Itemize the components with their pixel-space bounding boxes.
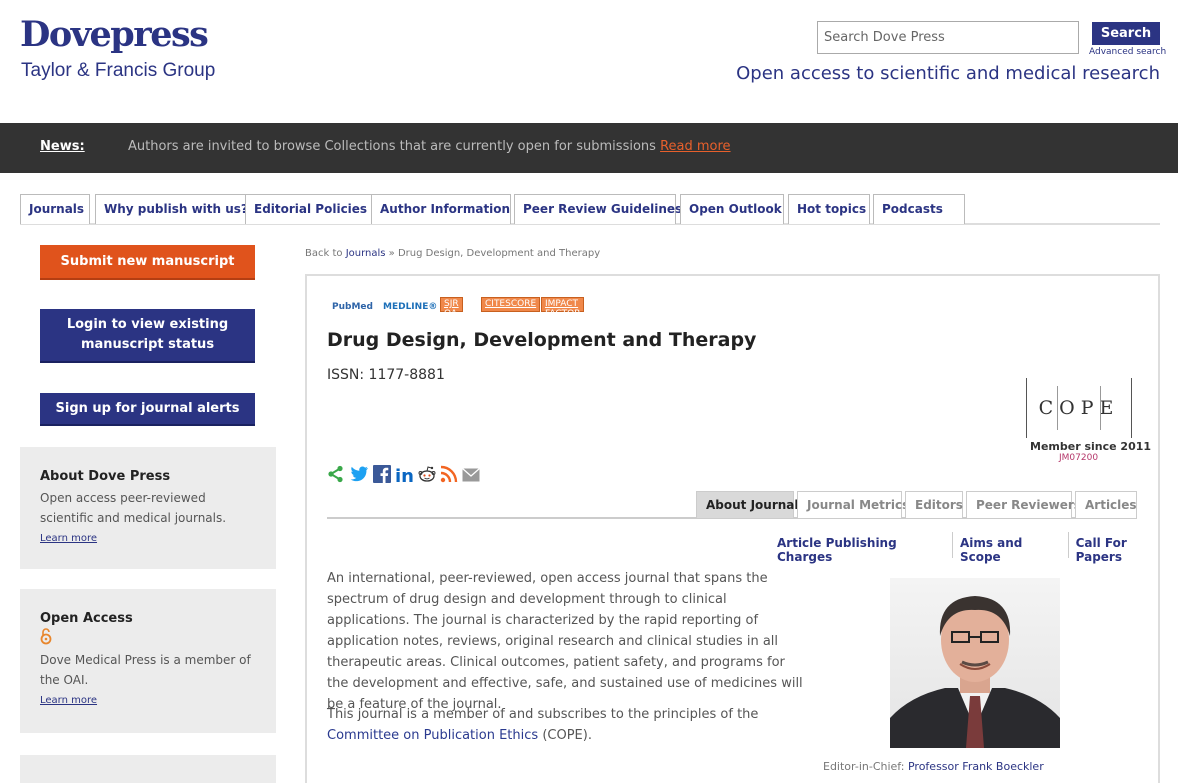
journal-alerts-button[interactable]: Sign up for journal alerts — [40, 393, 255, 426]
journal-membership: This journal is a member of and subscrib… — [327, 704, 807, 746]
impact-factor-badge[interactable]: IMPACT FACTOR — [541, 297, 585, 319]
article-publishing-charges-link[interactable]: Article Publishing Charges — [770, 532, 953, 564]
logo-dovepress[interactable]: Dovepress — [20, 14, 209, 55]
journal-description: An international, peer-reviewed, open ac… — [327, 571, 803, 712]
news-bar: News: Authors are invited to browse Coll… — [0, 123, 1178, 173]
share-bar: in — [327, 464, 480, 488]
login-button-label: Login to view existing manuscript status — [66, 317, 229, 352]
open-access-lock-icon — [40, 627, 256, 648]
open-access-text: Dove Medical Press is a member of the OA… — [40, 653, 251, 687]
tab-about-journal[interactable]: About Journal — [696, 491, 799, 518]
membership-prefix: This journal is a member of and subscrib… — [327, 707, 759, 722]
call-for-papers-link[interactable]: Call For Papers — [1069, 532, 1178, 564]
journal-sublinks: Article Publishing Charges Aims and Scop… — [770, 532, 1178, 564]
editor-photo — [890, 578, 1060, 748]
cope-member-since: Member since 2011 — [1030, 440, 1152, 453]
breadcrumb-journals-link[interactable]: Journals — [346, 248, 386, 259]
search-input[interactable] — [817, 21, 1079, 54]
open-access-title: Open Access — [40, 611, 133, 626]
tab-articles[interactable]: Articles — [1075, 491, 1137, 518]
twitter-icon[interactable] — [349, 465, 369, 488]
nav-tab-why-publish[interactable]: Why publish with us? — [95, 194, 260, 224]
tab-journal-metrics[interactable]: Journal Metrics — [797, 491, 909, 518]
reddit-icon[interactable] — [418, 465, 436, 488]
site-header: Dovepress Taylor & Francis Group Search … — [0, 0, 1178, 123]
about-learn-more-link[interactable]: Learn more — [40, 533, 256, 544]
submit-manuscript-button[interactable]: Submit new manuscript — [40, 245, 255, 280]
editor-label: Editor-in-Chief: — [823, 760, 908, 773]
membership-suffix: (COPE). — [538, 728, 592, 743]
breadcrumb: Back to Journals » Drug Design, Developm… — [305, 248, 600, 259]
rss-icon[interactable] — [440, 465, 458, 488]
login-manuscript-status-button[interactable]: Login to view existing manuscript status — [40, 309, 255, 363]
journal-tabs: About Journal Journal Metrics Editors Pe… — [327, 491, 1137, 519]
news-text: Authors are invited to browse Collection… — [128, 139, 731, 154]
about-title: About Dove Press — [40, 469, 171, 484]
advanced-search-link[interactable]: Advanced search — [1089, 47, 1166, 57]
open-access-learn-more-link[interactable]: Learn more — [40, 695, 256, 706]
citescore-badge[interactable]: CITESCORE — [481, 297, 541, 312]
share-icon[interactable] — [327, 465, 345, 488]
open-access-box: Open Access Dove Medical Press is a memb… — [20, 589, 276, 733]
tagline: Open access to scientific and medical re… — [736, 63, 1160, 84]
cope-logo[interactable]: COPE — [1026, 378, 1132, 438]
email-icon[interactable] — [462, 466, 480, 487]
nav-tab-journals[interactable]: Journals — [20, 194, 90, 224]
breadcrumb-current: » Drug Design, Development and Therapy — [385, 248, 601, 259]
search-button[interactable]: Search — [1092, 22, 1160, 45]
sidebar-box-partial — [20, 755, 276, 783]
tab-editors[interactable]: Editors — [905, 491, 963, 518]
nav-tab-open-outlook[interactable]: Open Outlook — [680, 194, 784, 224]
linkedin-icon[interactable]: in — [395, 466, 414, 487]
cope-link[interactable]: Committee on Publication Ethics — [327, 728, 538, 743]
breadcrumb-prefix: Back to — [305, 248, 346, 259]
news-label: News: — [40, 139, 85, 154]
medline-badge[interactable]: MEDLINE® — [383, 302, 437, 312]
nav-tab-editorial-policies[interactable]: Editorial Policies — [245, 194, 390, 224]
logo-publisher[interactable]: Taylor & Francis Group — [21, 60, 215, 82]
news-read-more-link[interactable]: Read more — [660, 139, 730, 154]
nav-tab-hot-topics[interactable]: Hot topics — [788, 194, 870, 224]
sjr-oa-badge[interactable]: SJR OA — [440, 297, 463, 319]
about-dove-press-box: About Dove Press Open access peer-review… — [20, 447, 276, 569]
about-text: Open access peer-reviewed scientific and… — [40, 491, 227, 525]
editor-in-chief: Editor-in-Chief: Professor Frank Boeckle… — [823, 760, 1044, 773]
nav-tab-podcasts[interactable]: Podcasts — [873, 194, 965, 224]
cope-member-id: JM07200 — [1059, 453, 1099, 463]
editor-name-link[interactable]: Professor Frank Boeckler — [908, 760, 1044, 773]
journal-title: Drug Design, Development and Therapy — [327, 329, 757, 351]
facebook-icon[interactable] — [373, 464, 391, 488]
news-message: Authors are invited to browse Collection… — [128, 139, 661, 154]
main-nav: Journals Why publish with us? Editorial … — [20, 194, 1160, 225]
pubmed-badge[interactable]: PubMed — [332, 302, 373, 312]
aims-and-scope-link[interactable]: Aims and Scope — [953, 532, 1069, 564]
nav-tab-peer-review[interactable]: Peer Review Guidelines — [514, 194, 682, 224]
journal-issn: ISSN: 1177-8881 — [327, 367, 445, 383]
tab-peer-reviewers[interactable]: Peer Reviewers — [966, 491, 1081, 518]
nav-tab-author-information[interactable]: Author Information — [371, 194, 511, 224]
